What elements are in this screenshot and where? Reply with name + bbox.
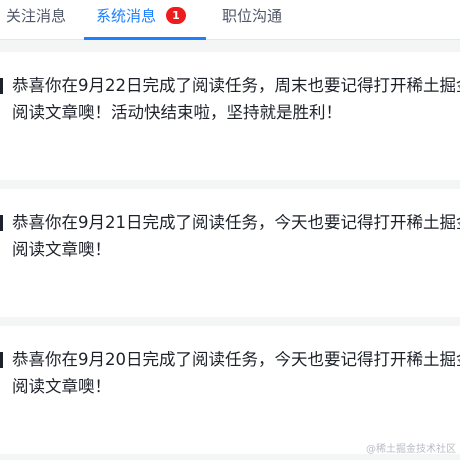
message-marker — [0, 78, 3, 94]
tab-system-messages[interactable]: 系统消息 — [96, 0, 156, 40]
watermark: @稀土掘金技术社区 — [366, 444, 456, 455]
system-message-card[interactable]: 恭喜你在9月22日完成了阅读任务，周末也要记得打开稀土掘金阅读文章噢！活动快结束… — [0, 52, 460, 180]
tab-job-chat[interactable]: 职位沟通 — [222, 0, 282, 40]
message-tab-bar: 关注消息 系统消息 1 职位沟通 — [0, 0, 460, 40]
message-text: 恭喜你在9月22日完成了阅读任务，周末也要记得打开稀土掘金阅读文章噢！活动快结束… — [12, 76, 460, 122]
message-marker — [0, 352, 3, 368]
message-marker — [0, 215, 3, 231]
message-text: 恭喜你在9月21日完成了阅读任务，今天也要记得打开稀土掘金阅读文章噢！ — [12, 213, 460, 259]
system-message-card[interactable]: 恭喜你在9月21日完成了阅读任务，今天也要记得打开稀土掘金阅读文章噢！ — [0, 189, 460, 317]
active-tab-indicator — [84, 37, 206, 40]
unread-count-badge: 1 — [166, 7, 186, 24]
message-text: 恭喜你在9月20日完成了阅读任务，今天也要记得打开稀土掘金阅读文章噢！ — [12, 350, 460, 396]
tab-follow-messages[interactable]: 关注消息 — [6, 0, 66, 40]
system-message-card[interactable]: 恭喜你在9月20日完成了阅读任务，今天也要记得打开稀土掘金阅读文章噢！ — [0, 326, 460, 454]
